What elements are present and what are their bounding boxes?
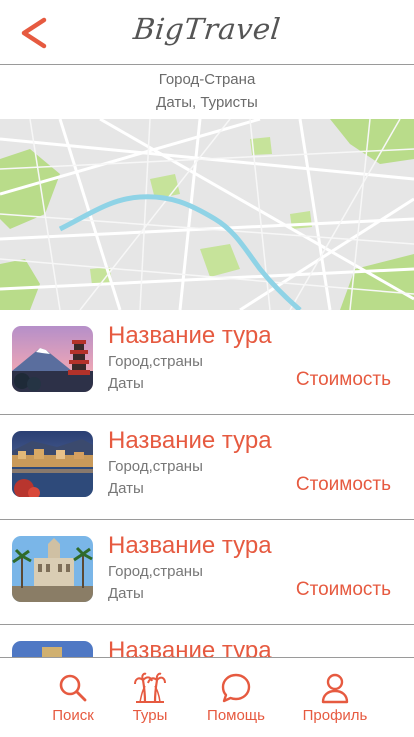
tour-dates: Даты [108, 480, 144, 497]
tab-help[interactable]: Помощь [190, 658, 282, 737]
search-icon [59, 674, 87, 702]
tour-card[interactable]: Название тура Город,страны Даты Стоимост… [0, 415, 414, 520]
header: BigTravel [0, 0, 414, 65]
tour-name: Название тура [108, 322, 272, 349]
tour-image [12, 536, 93, 602]
tour-dates: Даты [108, 585, 144, 602]
app-logo: BigTravel [131, 12, 283, 46]
tour-location: Город,страны [108, 353, 203, 370]
tour-card[interactable]: Название тура Город,страны Даты Стоимост… [0, 520, 414, 625]
tour-dates: Даты [108, 375, 144, 392]
tab-bar: Поиск Туры Помощь Профиль [0, 657, 414, 737]
tour-name: Название тура [108, 532, 272, 559]
map[interactable] [0, 119, 414, 310]
tab-tours[interactable]: Туры [104, 658, 196, 737]
tour-name: Название тура [108, 427, 272, 454]
tab-help-label: Помощь [207, 707, 265, 724]
user-icon [321, 673, 349, 704]
tab-profile[interactable]: Профиль [289, 658, 381, 737]
tour-price: Стоимость [295, 474, 391, 495]
tab-profile-label: Профиль [302, 707, 368, 724]
tour-card[interactable]: Название тура [0, 625, 414, 657]
tour-list: Название тура Город,страны Даты Стоимост… [0, 310, 414, 657]
tour-image [12, 431, 93, 497]
tour-image [12, 326, 93, 392]
search-summary[interactable]: Город-Страна Даты, Туристы [0, 65, 414, 119]
tour-name: Название тура [108, 637, 272, 657]
palm-trees-icon [134, 672, 166, 703]
tour-price: Стоимость [295, 579, 391, 600]
tour-location: Город,страны [108, 458, 203, 475]
dates-tourists-label: Даты, Туристы [156, 94, 258, 111]
tour-card[interactable]: Название тура Город,страны Даты Стоимост… [0, 310, 414, 415]
chat-bubble-icon [221, 673, 251, 703]
tour-price: Стоимость [295, 369, 391, 390]
destination-label: Город-Страна [158, 71, 256, 88]
tour-location: Город,страны [108, 563, 203, 580]
tab-tours-label: Туры [132, 707, 168, 724]
tour-image [12, 641, 93, 657]
